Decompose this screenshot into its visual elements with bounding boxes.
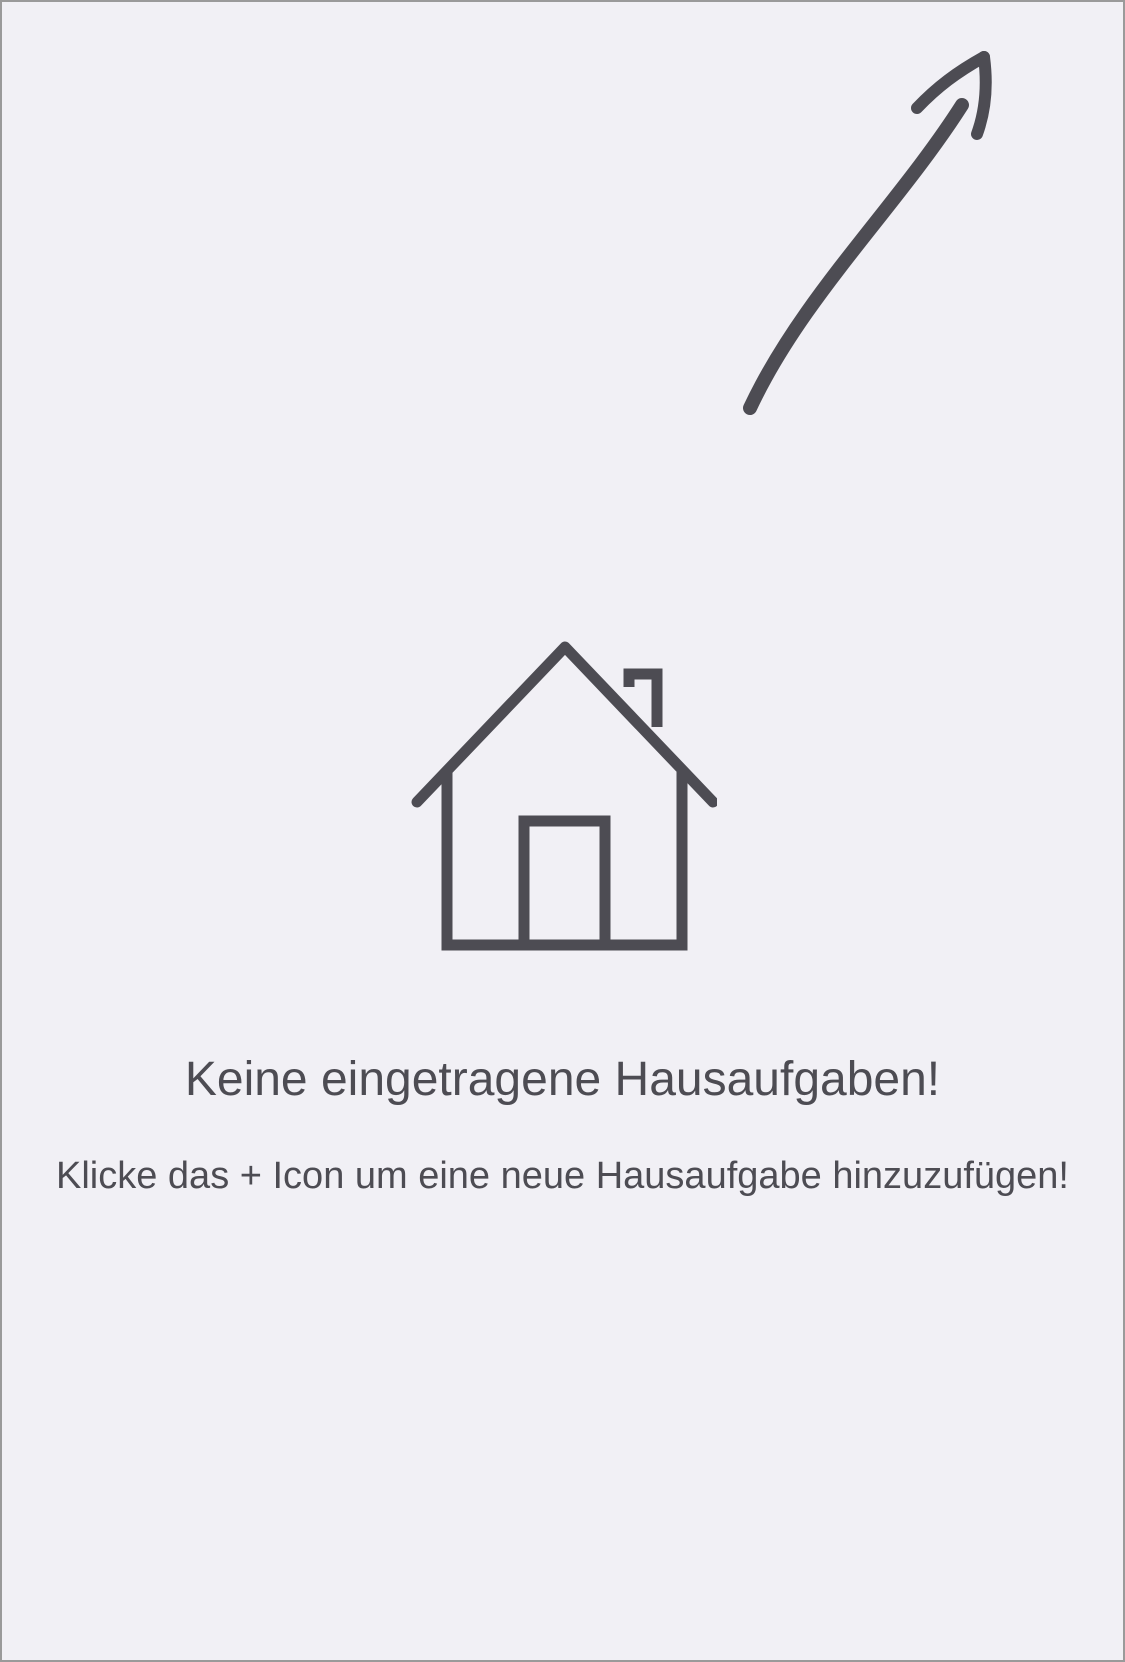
empty-state-subtitle: Klicke das + Icon um eine neue Hausaufga… [56,1155,1069,1197]
empty-state: Keine eingetragene Hausaufgaben! Klicke … [2,2,1123,1660]
house-icon [411,641,717,951]
empty-state-title: Keine eingetragene Hausaufgaben! [184,1053,941,1106]
app-screen: Keine eingetragene Hausaufgaben! Klicke … [0,0,1125,1662]
